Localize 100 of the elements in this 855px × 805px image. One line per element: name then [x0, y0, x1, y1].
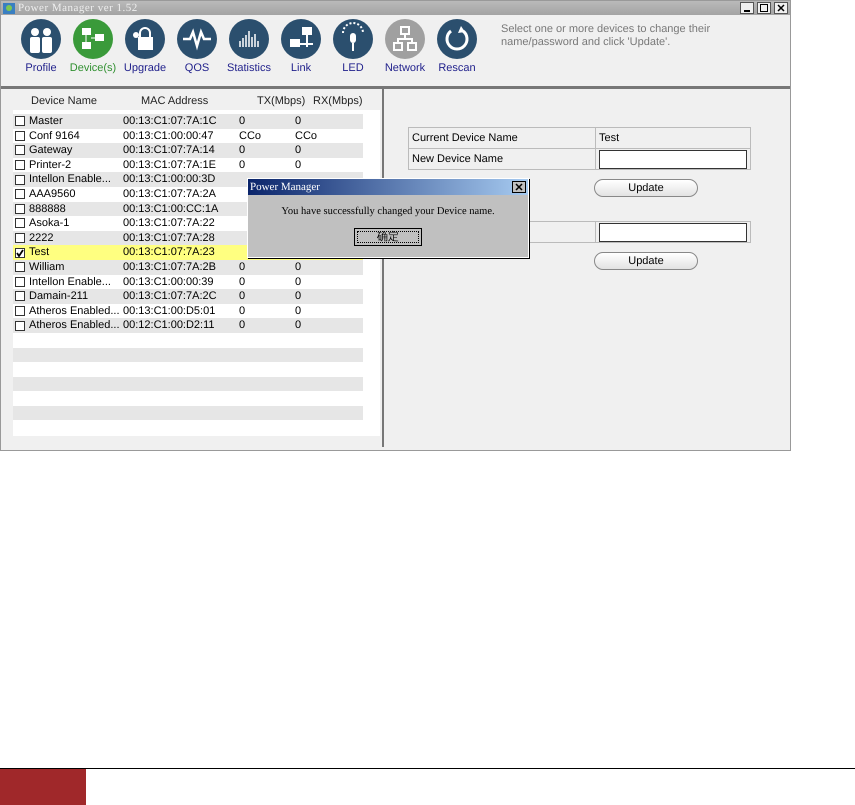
- table-cell-text: 0: [295, 289, 302, 304]
- device-row[interactable]: Conf 9164 00:13:C1:00:00:47 CCo CCo: [13, 128, 363, 144]
- device-row[interactable]: Master 00:13:C1:07:7A:1C 0 0: [13, 114, 363, 129]
- device-row[interactable]: Atheros Enabled... 00:12:C1:00:D2:11 0 0: [13, 318, 363, 333]
- device-row[interactable]: Intellon Enable... 00:13:C1:00:00:39 0 0: [13, 274, 363, 290]
- toolbar-button[interactable]: LED: [327, 19, 379, 76]
- table-cell-text: Conf 9164: [29, 128, 81, 144]
- table-cell-text: Test: [29, 245, 50, 260]
- device-row[interactable]: Gateway 00:13:C1:07:7A:14 0 0: [13, 143, 363, 158]
- ok-button[interactable]: 确定: [354, 228, 422, 246]
- table-cell-text: AAA9560: [29, 187, 76, 202]
- table-cell-text: 00:13:C1:07:7A:23: [123, 245, 216, 260]
- table-cell-text: William: [29, 260, 66, 275]
- checkbox[interactable]: [15, 233, 25, 244]
- device-row[interactable]: William 00:13:C1:07:7A:2B 0 0: [13, 260, 363, 275]
- table-cell-text: 0: [239, 274, 246, 290]
- table-cell-text: 888888: [29, 202, 67, 217]
- window-title: Power Manager ver 1.52: [18, 0, 138, 16]
- table-cell-text: 00:13:C1:07:7A:22: [123, 216, 216, 232]
- maximize-button[interactable]: [757, 2, 771, 14]
- table-cell-text: Damain-211: [29, 289, 90, 304]
- table-cell-text: 0: [239, 143, 246, 158]
- table-cell-text: 00:13:C1:00:00:3D: [123, 172, 216, 188]
- table-cell-text: 00:13:C1:07:7A:1C: [123, 114, 218, 130]
- toolbar-button[interactable]: Statistics: [223, 19, 275, 76]
- toolbar-button[interactable]: Device(s): [67, 19, 119, 76]
- table-cell-text: 00:13:C1:07:7A:2C: [123, 289, 218, 304]
- bars-icon: [229, 19, 269, 59]
- checkbox[interactable]: [15, 320, 25, 331]
- field-label: Current Device Name: [412, 132, 518, 144]
- checkbox[interactable]: [15, 174, 25, 185]
- device-row[interactable]: Atheros Enabled... 00:13:C1:00:D5:01 0 0: [13, 304, 363, 318]
- device-row[interactable]: Printer-2 00:13:C1:07:7A:1E 0 0: [13, 158, 363, 172]
- table-cell-text: Intellon Enable...: [29, 274, 112, 290]
- table-cell-text: 00:13:C1:00:CC:1A: [123, 202, 220, 217]
- table-cell-text: Printer-2: [29, 158, 72, 173]
- table-cell-text: 0: [239, 318, 246, 334]
- toolbar-button[interactable]: Rescan: [431, 19, 483, 76]
- column-header: MAC Address: [141, 94, 210, 109]
- checkbox[interactable]: [15, 130, 25, 141]
- computers-icon: [73, 19, 113, 59]
- toolbar-button[interactable]: Upgrade: [119, 19, 171, 76]
- table-cell-text: Intellon Enable...: [29, 172, 112, 188]
- column-header: RX(Mbps): [313, 94, 363, 109]
- minimize-button[interactable]: [740, 2, 754, 14]
- close-button[interactable]: [512, 181, 526, 193]
- table-cell-text: CCo: [239, 128, 262, 144]
- close-button[interactable]: [774, 2, 788, 14]
- checkbox[interactable]: [15, 204, 25, 214]
- column-header: TX(Mbps): [257, 94, 306, 109]
- lock-icon: [125, 19, 165, 59]
- table-cell-text: 00:13:C1:00:00:47: [123, 128, 215, 144]
- toolbar-button[interactable]: Profile: [15, 19, 67, 76]
- checkbox[interactable]: [15, 145, 25, 156]
- update-button[interactable]: Update: [594, 252, 698, 270]
- table-cell-text: 00:12:C1:00:D2:11: [123, 318, 216, 334]
- checkbox[interactable]: [15, 160, 25, 170]
- close-icon: [777, 4, 785, 12]
- table-cell-text: Asoka-1: [29, 216, 70, 232]
- table-cell-text: Gateway: [29, 143, 74, 158]
- close-icon: [515, 183, 523, 191]
- maximize-icon: [760, 4, 768, 12]
- table-cell-text: 0: [295, 274, 302, 290]
- checkbox[interactable]: [15, 276, 25, 287]
- table-cell-text: 00:13:C1:07:7A:2B: [123, 260, 217, 275]
- table-cell-text: Atheros Enabled...: [29, 304, 121, 319]
- input-field[interactable]: [599, 150, 747, 169]
- checkbox[interactable]: [15, 262, 25, 272]
- table-cell-text: 0: [295, 114, 302, 130]
- table-cell-text: 0: [239, 114, 246, 130]
- checkbox[interactable]: [15, 248, 25, 258]
- checkbox[interactable]: [15, 291, 25, 302]
- table-cell-text: 0: [239, 304, 246, 319]
- table-cell-text: Master: [29, 114, 64, 130]
- toolbar-button[interactable]: Link: [275, 19, 327, 76]
- tree-icon: [385, 19, 425, 59]
- checkbox[interactable]: [15, 116, 25, 126]
- device-row[interactable]: Damain-211 00:13:C1:07:7A:2C 0 0: [13, 289, 363, 304]
- table-cell-text: 0: [295, 158, 302, 173]
- table-cell-text: 00:13:C1:00:D5:01: [123, 304, 216, 319]
- table-cell-text: 00:13:C1:00:00:39: [123, 274, 215, 290]
- checkbox[interactable]: [15, 189, 25, 200]
- input-field[interactable]: [599, 223, 747, 242]
- refresh-icon: [437, 19, 477, 59]
- table-cell-text: 00:13:C1:07:7A:2A: [123, 187, 217, 202]
- table-cell-text: Atheros Enabled...: [29, 318, 121, 334]
- table-cell-text: 0: [295, 260, 302, 275]
- column-header: Device Name: [31, 94, 98, 109]
- checkbox[interactable]: [15, 218, 25, 228]
- people-icon: [21, 19, 61, 59]
- table-cell-text: 2222: [29, 230, 54, 246]
- checkbox[interactable]: [15, 306, 25, 316]
- field-label: New Device Name: [412, 153, 504, 165]
- table-cell-text: 0: [239, 158, 246, 173]
- app-icon: [3, 2, 15, 14]
- table-cell-text: 0: [295, 318, 302, 334]
- update-button[interactable]: Update: [594, 179, 698, 197]
- network-icon: [281, 19, 321, 59]
- toolbar-button[interactable]: QOS: [171, 19, 223, 76]
- table-cell-text: 00:13:C1:07:7A:1E: [123, 158, 217, 173]
